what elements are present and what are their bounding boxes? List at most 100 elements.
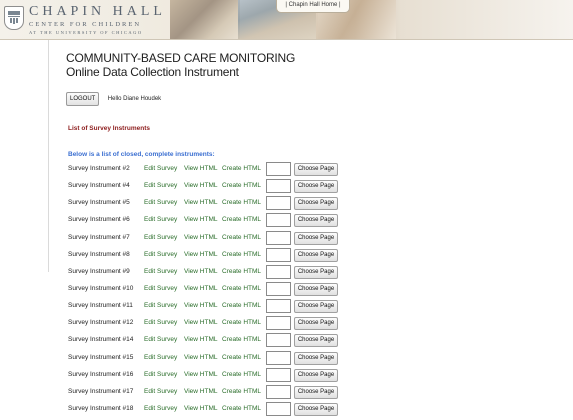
page-number-input[interactable] [266,230,291,245]
view-html-link[interactable]: View HTML [184,336,217,343]
org-affiliation: AT THE UNIVERSITY OF CHICAGO [29,30,143,35]
survey-name: Survey Instrument #16 [68,370,134,378]
survey-name: Survey Instrument #6 [68,216,130,224]
page-number-input[interactable] [266,401,291,416]
page-number-input[interactable] [266,367,291,382]
view-html-link[interactable]: View HTML [184,302,217,309]
edit-survey-link[interactable]: Edit Survey [144,302,177,309]
view-html-link[interactable]: View HTML [184,216,217,223]
survey-row: Survey Instrument #12 Edit Survey View H… [66,316,366,333]
survey-row: Survey Instrument #4 Edit Survey View HT… [66,179,366,196]
page-number-input[interactable] [266,384,291,399]
survey-name: Survey Instrument #9 [68,267,130,275]
create-html-link[interactable]: Create HTML [222,336,261,343]
choose-page-button[interactable]: Choose Page [294,180,338,194]
create-html-link[interactable]: Create HTML [222,354,261,361]
choose-page-button[interactable]: Choose Page [294,163,338,176]
edit-survey-link[interactable]: Edit Survey [144,354,177,361]
choose-page-button[interactable]: Choose Page [294,402,338,416]
create-html-link[interactable]: Create HTML [222,319,261,326]
logout-button[interactable]: LOGOUT [66,91,100,106]
page-number-input[interactable] [266,264,291,279]
choose-page-button[interactable]: Choose Page [294,231,338,245]
choose-page-button[interactable]: Choose Page [294,214,338,228]
choose-page-button[interactable]: Choose Page [294,317,338,331]
survey-row: Survey Instrument #8 Edit Survey View HT… [66,247,366,265]
edit-survey-link[interactable]: Edit Survey [144,405,177,412]
choose-page-button[interactable]: Choose Page [294,300,338,314]
create-html-link[interactable]: Create HTML [222,285,261,292]
create-html-link[interactable]: Create HTML [222,165,261,172]
edit-survey-link[interactable]: Edit Survey [144,268,177,275]
page-number-input[interactable] [266,179,291,194]
view-html-link[interactable]: View HTML [184,388,217,395]
edit-survey-link[interactable]: Edit Survey [144,199,177,206]
org-name: CHAPIN HALL [29,4,166,19]
view-html-link[interactable]: View HTML [184,319,217,326]
view-html-link[interactable]: View HTML [184,234,217,241]
view-html-link[interactable]: View HTML [184,354,217,361]
left-divider [48,40,49,272]
view-html-link[interactable]: View HTML [184,165,217,172]
survey-name: Survey Instrument #11 [68,302,133,310]
page-number-input[interactable] [266,281,291,296]
edit-survey-link[interactable]: Edit Survey [144,319,177,326]
edit-survey-link[interactable]: Edit Survey [144,371,177,378]
page-number-input[interactable] [266,299,291,314]
view-html-link[interactable]: View HTML [184,405,217,412]
page-number-input[interactable] [266,316,291,331]
choose-page-button[interactable]: Choose Page [294,197,338,211]
view-html-link[interactable]: View HTML [184,371,217,378]
choose-page-button[interactable]: Choose Page [294,334,338,348]
create-html-link[interactable]: Create HTML [222,216,261,223]
survey-name: Survey Instrument #7 [68,233,130,241]
edit-survey-link[interactable]: Edit Survey [144,165,177,172]
create-html-link[interactable]: Create HTML [222,251,261,258]
view-html-link[interactable]: View HTML [184,199,217,206]
create-html-link[interactable]: Create HTML [222,268,261,275]
chapin-hall-home-link[interactable]: | Chapin Hall Home | [276,0,350,13]
page-number-input[interactable] [266,350,291,365]
page-number-input[interactable] [266,196,291,211]
create-html-link[interactable]: Create HTML [222,388,261,395]
edit-survey-link[interactable]: Edit Survey [144,216,177,223]
page-subtitle: Online Data Collection Instrument [66,65,239,79]
edit-survey-link[interactable]: Edit Survey [144,251,177,258]
create-html-link[interactable]: Create HTML [222,405,261,412]
survey-row: Survey Instrument #15 Edit Survey View H… [66,350,366,368]
banner-photo [170,0,240,39]
view-html-link[interactable]: View HTML [184,285,217,292]
create-html-link[interactable]: Create HTML [222,371,261,378]
survey-name: Survey Instrument #8 [68,250,130,258]
view-html-link[interactable]: View HTML [184,251,217,258]
page-number-input[interactable] [266,162,291,176]
choose-page-button[interactable]: Choose Page [294,282,338,296]
header-banner: CHAPIN HALL CENTER FOR CHILDREN AT THE U… [0,0,573,40]
survey-row: Survey Instrument #14 Edit Survey View H… [66,333,366,350]
choose-page-button[interactable]: Choose Page [294,248,338,262]
choose-page-button[interactable]: Choose Page [294,368,338,382]
main-content: COMMUNITY-BASED CARE MONITORING Online D… [66,51,566,416]
edit-survey-link[interactable]: Edit Survey [144,285,177,292]
create-html-link[interactable]: Create HTML [222,302,261,309]
survey-name: Survey Instrument #2 [68,165,130,172]
survey-name: Survey Instrument #10 [68,284,134,292]
edit-survey-link[interactable]: Edit Survey [144,388,177,395]
view-html-link[interactable]: View HTML [184,268,217,275]
create-html-link[interactable]: Create HTML [222,182,261,189]
page-number-input[interactable] [266,333,291,348]
page-number-input[interactable] [266,247,291,262]
survey-name: Survey Instrument #18 [68,404,134,412]
choose-page-button[interactable]: Choose Page [294,385,338,399]
edit-survey-link[interactable]: Edit Survey [144,336,177,343]
edit-survey-link[interactable]: Edit Survey [144,234,177,241]
create-html-link[interactable]: Create HTML [222,234,261,241]
survey-row: Survey Instrument #9 Edit Survey View HT… [66,264,366,282]
choose-page-button[interactable]: Choose Page [294,351,338,365]
create-html-link[interactable]: Create HTML [222,199,261,206]
edit-survey-link[interactable]: Edit Survey [144,182,177,189]
page-title: COMMUNITY-BASED CARE MONITORING [66,51,296,65]
view-html-link[interactable]: View HTML [184,182,217,189]
choose-page-button[interactable]: Choose Page [294,265,338,279]
page-number-input[interactable] [266,213,291,228]
